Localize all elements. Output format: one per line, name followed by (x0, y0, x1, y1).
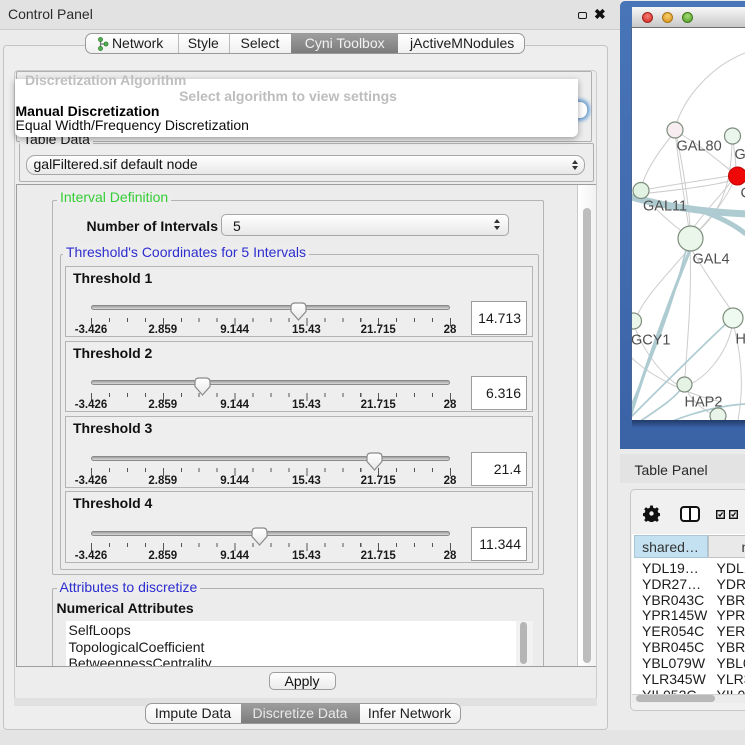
svg-text:HAP2: HAP2 (685, 395, 723, 411)
svg-text:GAL80: GAL80 (677, 139, 722, 155)
svg-text:GCY1: GCY1 (632, 333, 671, 349)
svg-text:GA: GA (735, 147, 745, 163)
svg-text:GAL4: GAL4 (693, 252, 730, 268)
svg-text:C: C (741, 186, 745, 202)
svg-text:GAL11: GAL11 (643, 199, 687, 215)
svg-text:H: H (736, 332, 745, 348)
